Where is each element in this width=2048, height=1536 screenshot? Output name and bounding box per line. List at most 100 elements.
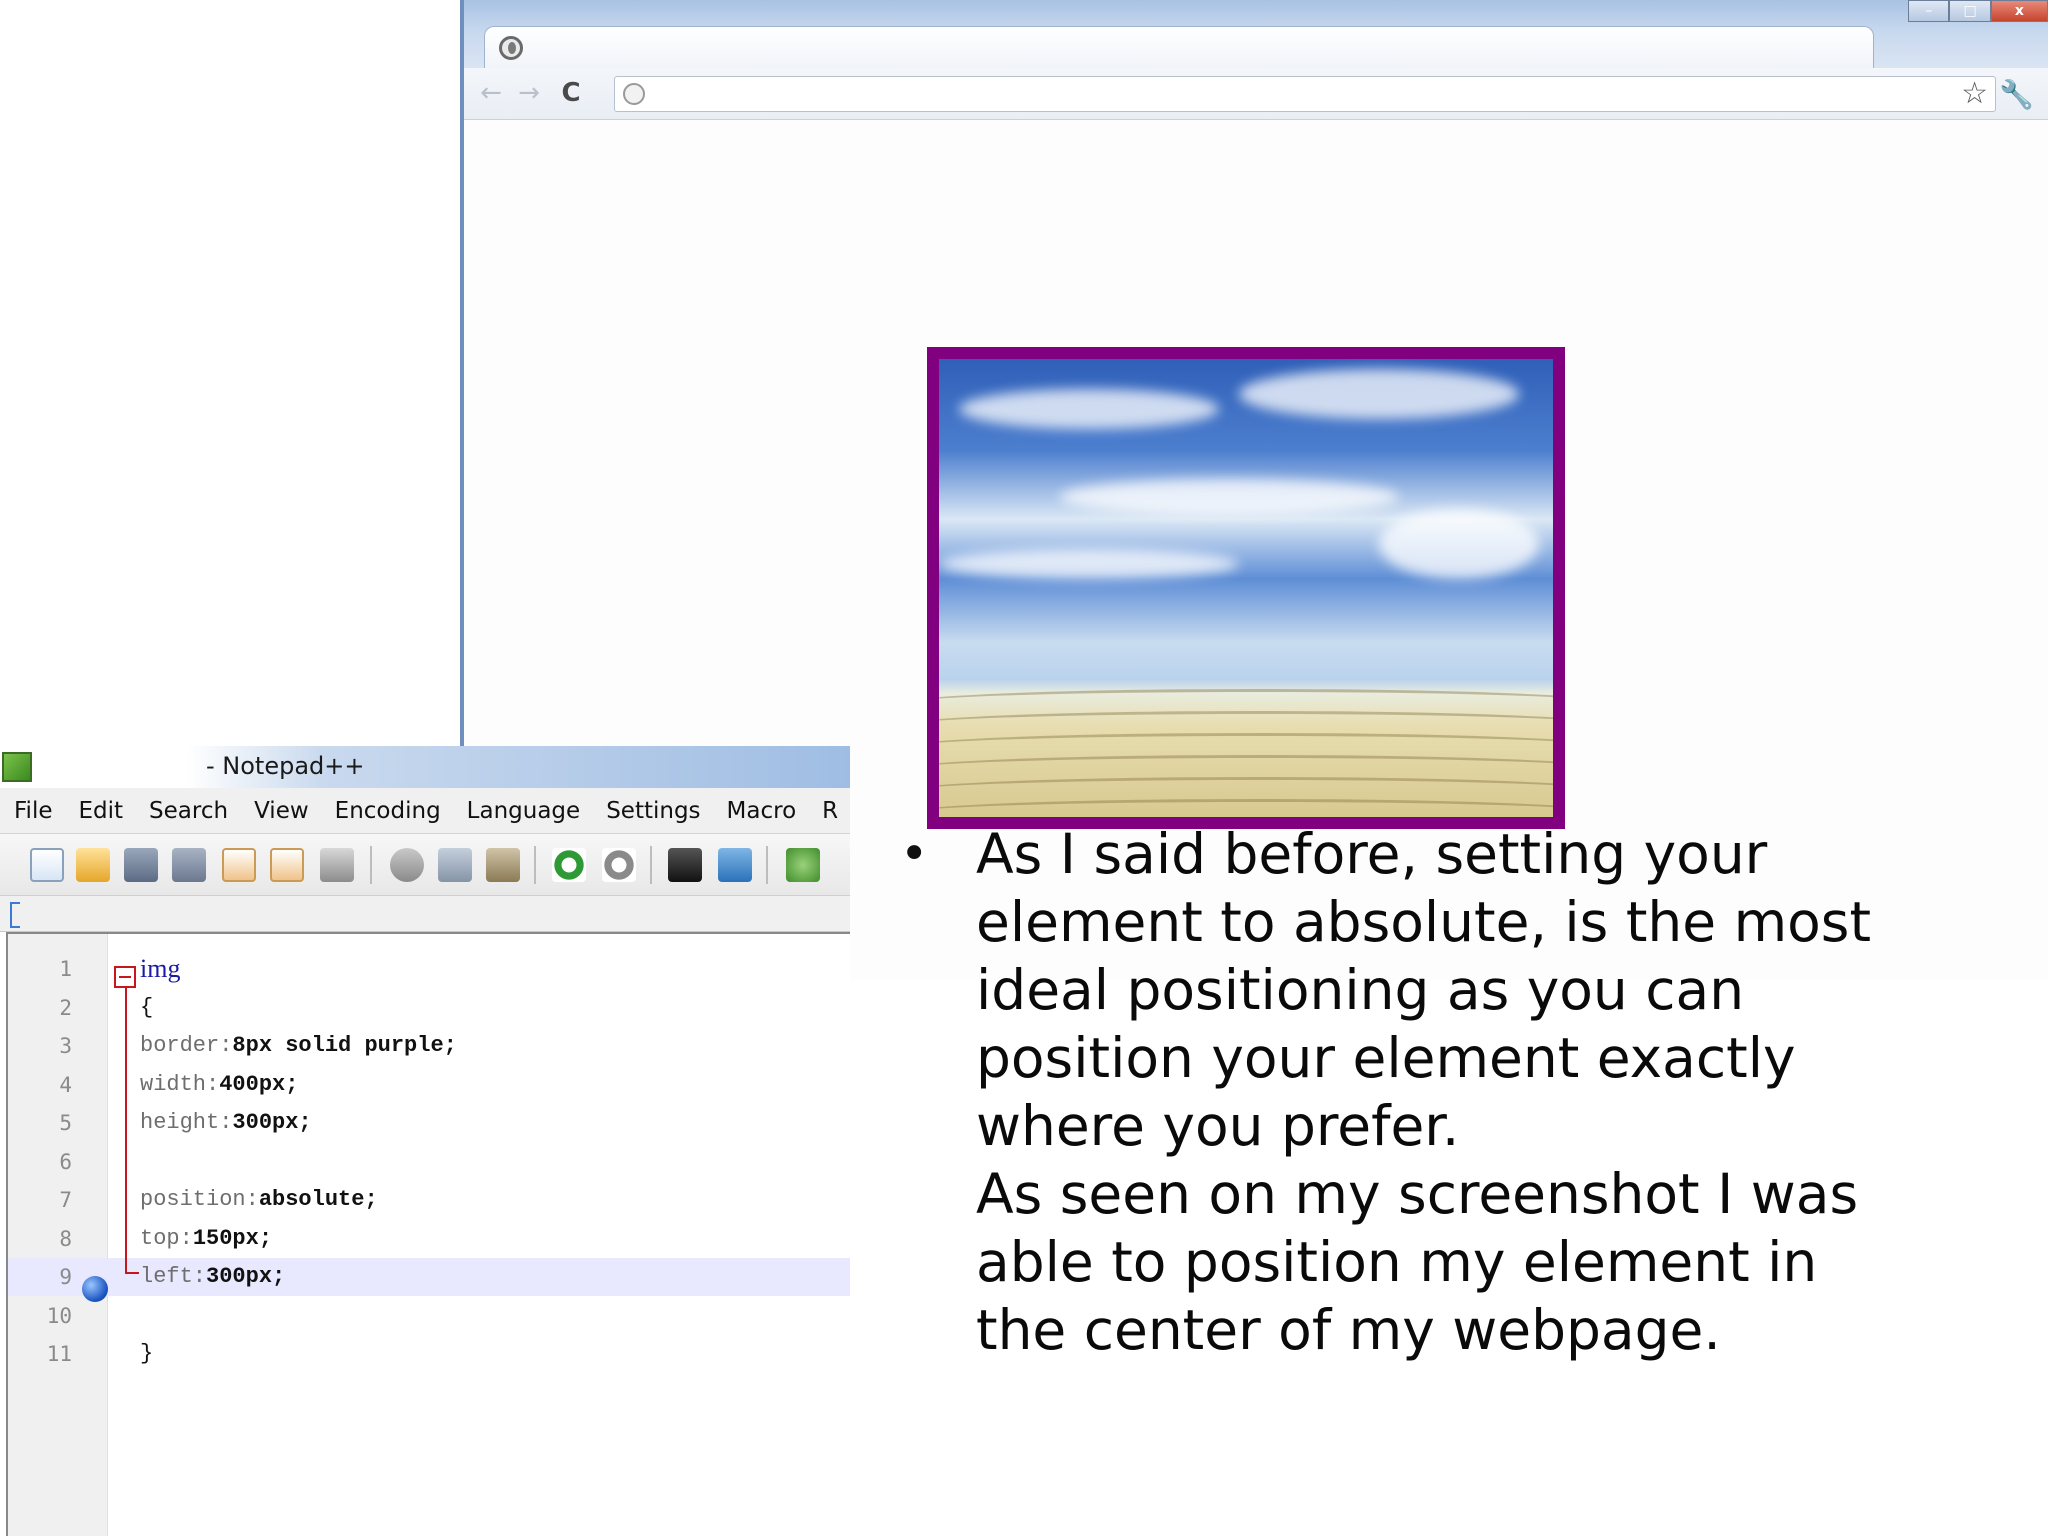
code-text: top:150px; xyxy=(140,1220,272,1258)
line-number: 7 xyxy=(59,1188,72,1212)
wrench-icon[interactable]: 🔧 xyxy=(1999,80,2034,110)
slide-paragraph: As I said before, setting your element t… xyxy=(976,820,2016,1364)
paste-icon[interactable] xyxy=(486,848,520,882)
code-line[interactable]: 7 position:absolute; xyxy=(8,1181,850,1219)
code-line[interactable]: 10 xyxy=(8,1297,850,1335)
notepad-tabbar xyxy=(0,896,850,932)
slide-line: the center of my webpage. xyxy=(976,1298,1721,1362)
code-text: { xyxy=(140,989,153,1027)
code-text: } xyxy=(140,1335,153,1373)
notepad-file-tab[interactable] xyxy=(10,902,20,928)
globe-icon xyxy=(499,36,523,60)
line-number: 9 xyxy=(59,1265,72,1289)
code-text: left:300px; xyxy=(140,1258,285,1296)
menu-view[interactable]: View xyxy=(240,798,321,824)
code-line[interactable]: 5 height:300px; xyxy=(8,1104,850,1142)
beach-image xyxy=(927,347,1565,829)
bullet: • xyxy=(900,826,929,882)
bookmark-star-icon[interactable]: ☆ xyxy=(1961,76,1988,112)
save-icon[interactable] xyxy=(124,848,158,882)
notepad-title: - Notepad++ xyxy=(206,752,365,780)
notepad-menubar: File Edit Search View Encoding Language … xyxy=(0,788,850,834)
code-line[interactable]: 4 width:400px; xyxy=(8,1066,850,1104)
browser-titlebar: – □ x xyxy=(464,0,2048,72)
toolbar-separator xyxy=(766,846,768,884)
save-all-icon[interactable] xyxy=(172,848,206,882)
toolbar-separator xyxy=(650,846,652,884)
menu-search[interactable]: Search xyxy=(135,798,240,824)
reload-button[interactable]: C xyxy=(556,78,586,108)
menu-macro[interactable]: Macro xyxy=(713,798,809,824)
toolbar-separator xyxy=(534,846,536,884)
menu-encoding[interactable]: Encoding xyxy=(321,798,453,824)
line-number: 6 xyxy=(59,1149,72,1174)
css-value: 150px; xyxy=(192,1225,273,1251)
code-text: position:absolute; xyxy=(140,1181,378,1219)
address-bar[interactable] xyxy=(614,76,1996,112)
fold-end xyxy=(125,1272,139,1274)
line-number: 5 xyxy=(59,1111,72,1135)
close-icon[interactable] xyxy=(222,848,256,882)
slide-line: able to position my element in xyxy=(976,1230,1818,1294)
code-text: border:8px solid purple; xyxy=(140,1027,457,1065)
css-value: 300px; xyxy=(232,1110,312,1135)
line-number: 10 xyxy=(46,1303,72,1328)
replace-icon[interactable] xyxy=(718,848,752,882)
zoom-in-icon[interactable] xyxy=(786,848,820,882)
code-line[interactable]: 2{ xyxy=(8,989,850,1027)
print-icon[interactable] xyxy=(320,848,354,882)
menu-language[interactable]: Language xyxy=(453,798,593,824)
back-button[interactable]: ← xyxy=(476,78,506,108)
close-all-icon[interactable] xyxy=(270,848,304,882)
undo-icon[interactable] xyxy=(552,848,586,882)
notepad-app-icon xyxy=(2,752,32,782)
minimize-button[interactable]: – xyxy=(1908,0,1950,22)
toolbar-separator xyxy=(370,846,372,884)
code-text: img xyxy=(140,950,180,991)
menu-edit[interactable]: Edit xyxy=(65,798,136,824)
code-line[interactable]: 3 border:8px solid purple; xyxy=(8,1027,850,1065)
slide-line: where you prefer. xyxy=(976,1094,1460,1158)
line-number: 8 xyxy=(59,1226,72,1251)
redo-icon[interactable] xyxy=(602,848,636,882)
forward-button[interactable]: → xyxy=(514,78,544,108)
menu-file[interactable]: File xyxy=(0,798,65,824)
line-number: 2 xyxy=(59,995,72,1020)
window-controls: – □ x xyxy=(1908,0,2048,22)
css-property: top: xyxy=(140,1225,193,1251)
open-file-icon[interactable] xyxy=(76,848,110,882)
fold-toggle-icon[interactable] xyxy=(114,966,136,988)
line-number: 3 xyxy=(59,1034,72,1058)
css-value: absolute; xyxy=(258,1187,378,1212)
new-file-icon[interactable] xyxy=(30,848,64,882)
line-number: 4 xyxy=(59,1072,72,1097)
css-property: width: xyxy=(140,1071,220,1097)
browser-toolbar: ← → C ☆ 🔧 xyxy=(464,68,2048,120)
code-editor[interactable]: 1 img 2{3 border:8px solid purple; 4 width:40… xyxy=(6,932,850,1536)
browser-tab[interactable] xyxy=(484,26,1874,68)
bookmark-marker-icon[interactable] xyxy=(82,1276,108,1302)
line-number: 1 xyxy=(59,957,72,981)
menu-run[interactable]: R xyxy=(808,798,850,824)
css-value: 8px solid purple; xyxy=(232,1033,457,1058)
css-value: 300px; xyxy=(206,1264,286,1289)
copy-icon[interactable] xyxy=(438,848,472,882)
code-line[interactable]: 8 top:150px; xyxy=(8,1220,850,1258)
code-line[interactable]: 9 left:300px; xyxy=(8,1258,850,1296)
find-icon[interactable] xyxy=(668,848,702,882)
menu-settings[interactable]: Settings xyxy=(592,798,712,824)
notepad-titlebar: - Notepad++ xyxy=(0,746,850,788)
notepad-toolbar xyxy=(0,834,850,896)
code-line[interactable]: 11} xyxy=(8,1335,850,1373)
css-brace: { xyxy=(140,994,154,1020)
code-text: width:400px; xyxy=(140,1066,298,1104)
code-line[interactable]: 6 xyxy=(8,1143,850,1181)
cut-icon[interactable] xyxy=(390,848,424,882)
maximize-button[interactable]: □ xyxy=(1949,0,1991,22)
css-property: border: xyxy=(140,1033,233,1058)
line-number: 11 xyxy=(46,1342,72,1366)
notepad-window: - Notepad++ File Edit Search View Encodi… xyxy=(0,746,850,1536)
code-text: height:300px; xyxy=(140,1104,312,1142)
css-brace: } xyxy=(140,1341,154,1366)
close-button[interactable]: x xyxy=(1990,0,2048,22)
